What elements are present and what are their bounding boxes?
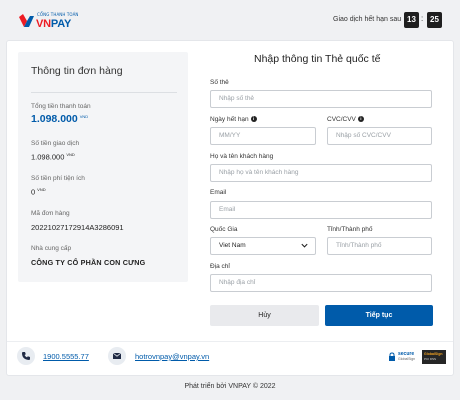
footer-divider bbox=[7, 341, 453, 342]
country-label: Quốc Gia bbox=[210, 226, 238, 233]
cvc-label: CVC/CVV i bbox=[327, 116, 364, 123]
lock-icon bbox=[389, 352, 395, 361]
email-input[interactable]: Email bbox=[210, 201, 432, 219]
total-amount: 1.098.000 VND bbox=[31, 113, 88, 125]
card-number-label: Số thẻ bbox=[210, 79, 229, 86]
order-code-value: 20221027172914A3286091 bbox=[31, 223, 124, 232]
order-panel: Thông tin đơn hàng Tổng tiền thanh toán … bbox=[18, 52, 188, 282]
provider-value: CÔNG TY CỔ PHẦN CON CƯNG bbox=[31, 258, 146, 267]
vnpay-logo[interactable]: CỔNG THANH TOÁN VNPAY bbox=[18, 10, 80, 32]
total-value: 1.098.000 bbox=[31, 113, 78, 125]
email-label: Email bbox=[210, 189, 227, 196]
order-divider bbox=[31, 92, 177, 93]
countdown-seconds: 25 bbox=[427, 12, 442, 28]
transaction-currency: VND bbox=[66, 152, 75, 157]
secure-badge: secure GlobalSign bbox=[388, 351, 418, 363]
pci-badge-line1: GlobalSign bbox=[424, 352, 443, 356]
form-title: Nhập thông tin Thẻ quốc tế bbox=[254, 53, 381, 65]
pci-badge-line2: PCI DSS bbox=[424, 357, 437, 361]
header: CỔNG THANH TOÁN VNPAY Giao dịch hết hạn … bbox=[0, 0, 460, 40]
expiry-input[interactable]: MM/YY bbox=[210, 127, 316, 145]
fee-label: Số tiền phí tiện ích bbox=[31, 175, 85, 182]
country-select[interactable]: Viet Nam bbox=[210, 237, 316, 255]
name-input[interactable]: Nhập họ và tên khách hàng bbox=[210, 164, 432, 182]
mail-icon bbox=[108, 347, 126, 365]
powered-by: Phát triển bởi VNPAY © 2022 bbox=[184, 383, 276, 390]
info-icon[interactable]: i bbox=[357, 116, 364, 123]
cancel-button[interactable]: Hủy bbox=[210, 305, 319, 326]
cvc-input[interactable]: Nhập số CVC/CVV bbox=[327, 127, 432, 145]
transaction-label: Số tiền giao dịch bbox=[31, 140, 80, 147]
total-label: Tổng tiền thanh toán bbox=[31, 103, 91, 110]
countdown-minutes: 13 bbox=[404, 12, 419, 28]
address-label: Địa chỉ bbox=[210, 263, 230, 270]
secure-subtitle: GlobalSign bbox=[398, 357, 416, 361]
country-value: Viet Nam bbox=[219, 242, 246, 249]
transaction-value: 1.098.000 bbox=[31, 152, 65, 162]
phone-icon bbox=[17, 347, 35, 365]
countdown-separator: : bbox=[421, 14, 424, 23]
fee-value: 0 bbox=[31, 187, 36, 197]
logo-vn: VN bbox=[36, 18, 51, 30]
continue-button[interactable]: Tiếp tục bbox=[325, 305, 433, 326]
hotline-link[interactable]: 1900.5555.77 bbox=[43, 352, 89, 361]
order-title: Thông tin đơn hàng bbox=[31, 65, 123, 77]
provider-label: Nhà cung cấp bbox=[31, 245, 72, 252]
total-currency: VND bbox=[79, 113, 89, 119]
expiry-label-text: Ngày hết hạn bbox=[210, 116, 249, 123]
expiry-label: Ngày hết hạn i bbox=[210, 116, 257, 123]
logo-wordmark: VNPAY bbox=[36, 18, 71, 30]
support-email-link[interactable]: hotrovnpay@vnpay.vn bbox=[135, 352, 209, 361]
logo-pay: PAY bbox=[50, 18, 72, 30]
payment-card: Thông tin đơn hàng Tổng tiền thanh toán … bbox=[6, 40, 454, 376]
countdown-label: Giao dịch hết hạn sau bbox=[333, 16, 402, 23]
fee-amount: 0 VND bbox=[31, 187, 46, 197]
logo-tagline: CỔNG THANH TOÁN bbox=[37, 12, 79, 17]
vnpay-logo-icon bbox=[19, 14, 34, 27]
city-input[interactable]: Tỉnh/Thành phố bbox=[327, 237, 432, 255]
fee-currency: VND bbox=[37, 187, 46, 192]
order-code-label: Mã đơn hàng bbox=[31, 210, 70, 217]
city-label: Tỉnh/Thành phố bbox=[327, 226, 373, 233]
chevron-down-icon bbox=[301, 243, 308, 248]
cvc-label-text: CVC/CVV bbox=[327, 116, 356, 123]
info-icon[interactable]: i bbox=[250, 116, 257, 123]
name-label: Họ và tên khách hàng bbox=[210, 153, 274, 160]
card-number-input[interactable]: Nhập số thẻ bbox=[210, 90, 432, 108]
address-input[interactable]: Nhập địa chỉ bbox=[210, 274, 432, 292]
transaction-amount: 1.098.000 VND bbox=[31, 152, 75, 162]
pci-badge: GlobalSign PCI DSS bbox=[422, 350, 446, 364]
